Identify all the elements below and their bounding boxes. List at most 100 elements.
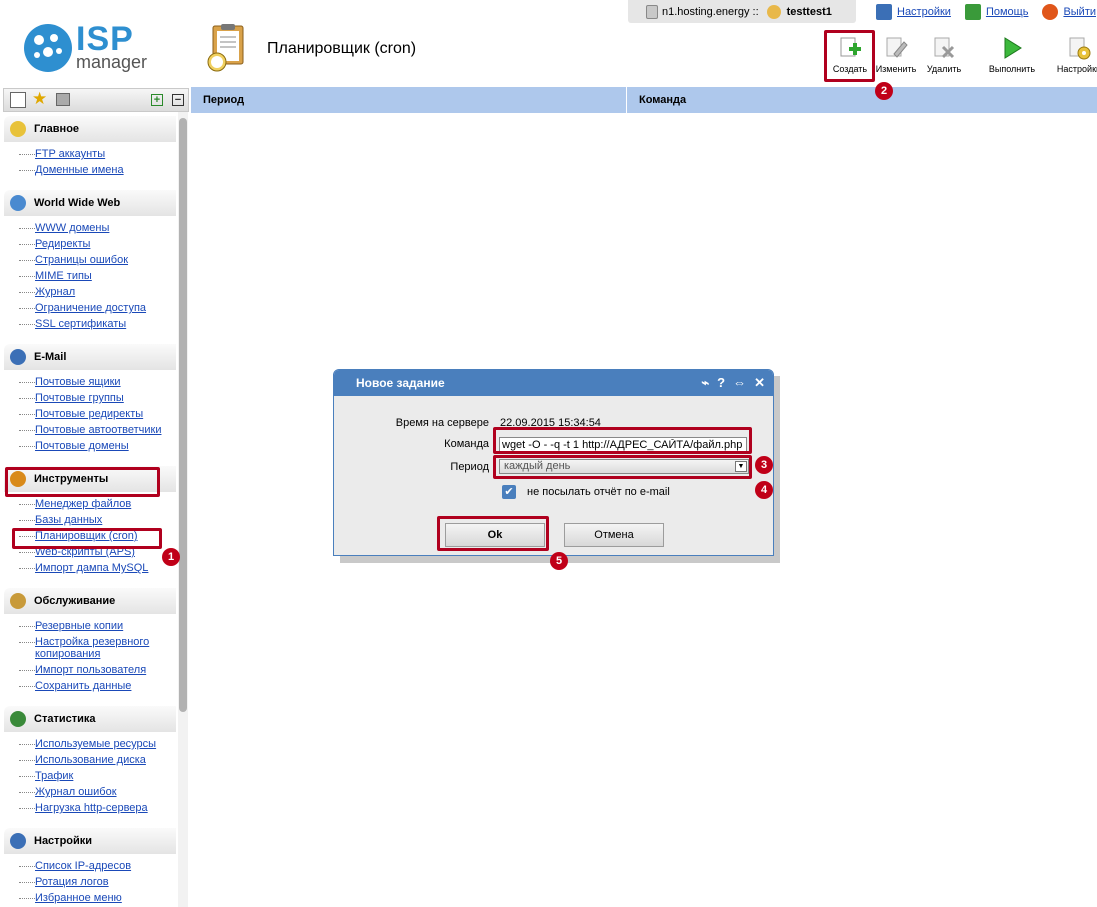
sidebar-item[interactable]: MIME типы bbox=[19, 268, 176, 284]
sidebar-item[interactable]: Страницы ошибок bbox=[19, 252, 176, 268]
edit-label: Изменить bbox=[875, 64, 917, 74]
sidebar-item-label[interactable]: Использование диска bbox=[35, 752, 146, 766]
sidebar-item-label[interactable]: Список IP-адресов bbox=[35, 858, 131, 872]
sidebar-item-label[interactable]: Почтовые автоответчики bbox=[35, 422, 161, 436]
sidebar-item[interactable]: Используемые ресурсы bbox=[19, 736, 176, 752]
command-input[interactable] bbox=[499, 437, 747, 453]
sidebar-item-label[interactable]: Почтовые группы bbox=[35, 390, 124, 404]
power-icon bbox=[1042, 4, 1059, 20]
sidebar-item-label[interactable]: Используемые ресурсы bbox=[35, 736, 156, 750]
sidebar-item[interactable]: Импорт дампа MySQL bbox=[19, 560, 176, 576]
sidebar-item-label[interactable]: Импорт дампа MySQL bbox=[35, 560, 148, 574]
sidebar-item-label[interactable]: Почтовые редиректы bbox=[35, 406, 143, 420]
sidebar-item[interactable]: Планировщик (cron) bbox=[19, 528, 176, 544]
sidebar-item[interactable]: Почтовые редиректы bbox=[19, 406, 176, 422]
ok-button[interactable]: Ok bbox=[445, 523, 545, 547]
sidebar-item-label[interactable]: Трафик bbox=[35, 768, 73, 782]
help-question-icon[interactable]: ? bbox=[717, 375, 725, 391]
sidebar-item-label[interactable]: Журнал bbox=[35, 284, 75, 298]
run-button[interactable]: Выполнить bbox=[982, 36, 1042, 74]
delete-button[interactable]: Удалить bbox=[922, 36, 966, 74]
sidebar-item[interactable]: Менеджер файлов bbox=[19, 496, 176, 512]
sidebar-item-label[interactable]: Планировщик (cron) bbox=[35, 528, 138, 542]
sidebar-item[interactable]: Почтовые ящики bbox=[19, 374, 176, 390]
sidebar-item-label[interactable]: Менеджер файлов bbox=[35, 496, 131, 510]
sidebar-item[interactable]: Резервные копии bbox=[19, 618, 176, 634]
sidebar-group-title[interactable]: Статистика bbox=[4, 706, 176, 732]
sidebar-item[interactable]: Базы данных bbox=[19, 512, 176, 528]
annotation-badge-3: 3 bbox=[755, 456, 773, 474]
sidebar-item[interactable]: FTP аккаунты bbox=[19, 146, 176, 162]
sidebar-group-title[interactable]: Настройки bbox=[4, 828, 176, 854]
sidebar-item[interactable]: Список IP-адресов bbox=[19, 858, 176, 874]
sidebar-item-label[interactable]: FTP аккаунты bbox=[35, 146, 105, 160]
cancel-button[interactable]: Отмена bbox=[564, 523, 664, 547]
broom-icon[interactable]: ⌁ bbox=[701, 375, 709, 391]
sidebar-item[interactable]: Почтовые автоответчики bbox=[19, 422, 176, 438]
sidebar-item-label[interactable]: Доменные имена bbox=[35, 162, 124, 176]
sidebar-group-title[interactable]: Главное bbox=[4, 116, 176, 142]
sidebar-group-title[interactable]: Инструменты bbox=[4, 466, 176, 492]
sidebar-item[interactable]: Ротация логов bbox=[19, 874, 176, 890]
briefcase-icon[interactable] bbox=[56, 93, 70, 106]
sidebar-group-title[interactable]: World Wide Web bbox=[4, 190, 176, 216]
sidebar-item[interactable]: WWW домены bbox=[19, 220, 176, 236]
sidebar-item[interactable]: Почтовые группы bbox=[19, 390, 176, 406]
sidebar-item[interactable]: Настройка резервного копирования bbox=[19, 634, 176, 662]
sidebar-item[interactable]: Журнал bbox=[19, 284, 176, 300]
delete-icon bbox=[932, 36, 956, 60]
sidebar-item[interactable]: Редиректы bbox=[19, 236, 176, 252]
top-link-settings[interactable]: Настройки bbox=[876, 4, 951, 20]
sidebar-item[interactable]: Трафик bbox=[19, 768, 176, 784]
sidebar-item-label[interactable]: Почтовые домены bbox=[35, 438, 129, 452]
sidebar-item[interactable]: Импорт пользователя bbox=[19, 662, 176, 678]
collapse-all-icon[interactable]: − bbox=[172, 94, 184, 106]
sidebar-item-label[interactable]: Ограничение доступа bbox=[35, 300, 146, 314]
sidebar-item[interactable]: Журнал ошибок bbox=[19, 784, 176, 800]
sidebar-item-label[interactable]: Почтовые ящики bbox=[35, 374, 121, 388]
sidebar-item-label[interactable]: Ротация логов bbox=[35, 874, 109, 888]
sidebar-item-label[interactable]: Резервные копии bbox=[35, 618, 123, 632]
sidebar-item-label[interactable]: WWW домены bbox=[35, 220, 109, 234]
sidebar-item[interactable]: Использование диска bbox=[19, 752, 176, 768]
sidebar-item[interactable]: Web-скрипты (APS) bbox=[19, 544, 176, 560]
settings-button[interactable]: Настройки bbox=[1054, 36, 1097, 74]
sidebar-item-label[interactable]: Импорт пользователя bbox=[35, 662, 146, 676]
top-link-help[interactable]: Помощь bbox=[964, 4, 1028, 20]
sidebar-item-label[interactable]: Редиректы bbox=[35, 236, 90, 250]
resize-icon[interactable]: ⇔ bbox=[733, 375, 746, 391]
sidebar-item-label[interactable]: Web-скрипты (APS) bbox=[35, 544, 135, 558]
sidebar-item[interactable]: Нагрузка http-сервера bbox=[19, 800, 176, 816]
sidebar-item[interactable]: Почтовые домены bbox=[19, 438, 176, 454]
sidebar-item-label[interactable]: MIME типы bbox=[35, 268, 92, 282]
sidebar-item-label[interactable]: Сохранить данные bbox=[35, 678, 131, 692]
sidebar-item[interactable]: Сохранить данные bbox=[19, 678, 176, 694]
sidebar-item[interactable]: Избранное меню bbox=[19, 890, 176, 906]
sidebar-item-label[interactable]: Нагрузка http-сервера bbox=[35, 800, 148, 814]
period-select[interactable]: каждый день ▼ bbox=[499, 459, 749, 474]
list-view-icon[interactable] bbox=[10, 92, 26, 108]
favorites-star-icon[interactable]: ★ bbox=[32, 89, 47, 109]
sidebar-item-label[interactable]: Настройка резервного копирования bbox=[35, 634, 176, 660]
close-icon[interactable]: ✕ bbox=[754, 375, 765, 391]
sidebar-item-label[interactable]: Журнал ошибок bbox=[35, 784, 117, 798]
sidebar-group-items: Резервные копии Настройка резервного копи… bbox=[4, 614, 176, 706]
sidebar-item-label[interactable]: SSL сертификаты bbox=[35, 316, 126, 330]
sidebar-item-label[interactable]: Страницы ошибок bbox=[35, 252, 128, 266]
no-email-checkbox[interactable]: ✔ bbox=[502, 485, 516, 499]
expand-all-icon[interactable]: + bbox=[151, 94, 163, 106]
sidebar-item-label[interactable]: Избранное меню bbox=[35, 890, 122, 904]
sidebar-item-label[interactable]: Базы данных bbox=[35, 512, 102, 526]
ispmanager-logo[interactable]: ISP manager bbox=[24, 20, 164, 74]
sidebar-item[interactable]: SSL сертификаты bbox=[19, 316, 176, 332]
column-period[interactable]: Период bbox=[191, 87, 627, 113]
sidebar-item[interactable]: Доменные имена bbox=[19, 162, 176, 178]
edit-button[interactable]: Изменить bbox=[874, 36, 918, 74]
column-command[interactable]: Команда bbox=[627, 87, 686, 113]
sidebar-group-title[interactable]: Обслуживание bbox=[4, 588, 176, 614]
user-icon bbox=[766, 4, 781, 19]
sidebar-group-title[interactable]: E-Mail bbox=[4, 344, 176, 370]
top-link-logout[interactable]: Выйти bbox=[1042, 4, 1096, 20]
create-button[interactable]: Создать bbox=[828, 36, 872, 74]
sidebar-item[interactable]: Ограничение доступа bbox=[19, 300, 176, 316]
